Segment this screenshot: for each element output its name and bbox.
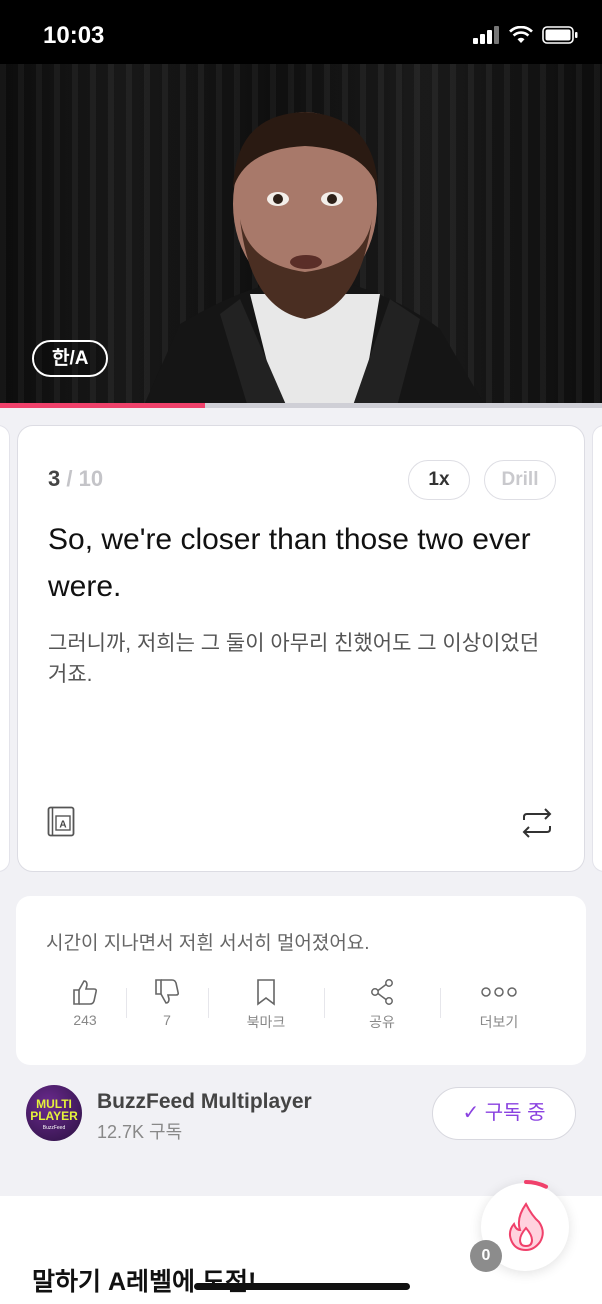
like-count: 243 — [73, 1012, 97, 1028]
status-icons — [473, 26, 578, 44]
drill-button[interactable]: Drill — [484, 460, 556, 500]
like-button[interactable]: 243 — [40, 978, 130, 1028]
channel-row: MULTI PLAYER BuzzFeed BuzzFeed Multiplay… — [0, 1075, 602, 1185]
sentence-total: / 10 — [60, 466, 104, 491]
challenge-title: 말하기 A레벨에 도전! — [32, 1268, 257, 1296]
language-toggle-button[interactable]: 한/A — [32, 340, 109, 377]
subscribe-button[interactable]: ✓ 구독 중 — [432, 1087, 576, 1140]
playback-speed-button[interactable]: 1x — [408, 460, 470, 500]
channel-subscriber-count: 12.7K 구독 — [97, 1122, 183, 1142]
dislike-button[interactable]: 7 — [122, 978, 212, 1028]
svg-text:A: A — [59, 820, 66, 831]
bookmark-icon — [257, 979, 275, 1006]
speaker-figure — [144, 112, 485, 404]
action-divider — [440, 988, 441, 1018]
home-indicator — [194, 1283, 410, 1290]
more-label: 더보기 — [479, 1014, 519, 1030]
thumbs-up-icon — [73, 980, 98, 1005]
action-divider — [324, 988, 325, 1018]
previous-card-peek[interactable] — [0, 425, 10, 872]
wifi-icon — [509, 26, 533, 43]
share-label: 공유 — [369, 1014, 395, 1030]
status-bar: 10:03 — [0, 0, 602, 64]
video-player[interactable]: 한/A — [0, 64, 602, 404]
dislike-count: 7 — [163, 1012, 171, 1028]
playback-progress-fill — [0, 403, 205, 408]
next-card-peek[interactable] — [592, 425, 602, 872]
channel-name[interactable]: BuzzFeed Multiplayer — [97, 1090, 312, 1114]
sentence-english: So, we're closer than those two ever wer… — [48, 523, 531, 603]
share-button[interactable]: 공유 — [337, 978, 427, 1032]
thumbs-down-icon — [155, 979, 180, 1004]
sentence-counter: 3 / 10 — [48, 466, 103, 492]
more-icon — [481, 987, 517, 997]
sentence-card: 3 / 10 1x Drill So, we're closer than th… — [17, 425, 585, 872]
streak-widget[interactable]: 0 — [470, 1178, 576, 1278]
sentence-korean: 그러니까, 저희는 그 둘이 아무리 친했어도 그 이상이었던 거죠. — [48, 632, 540, 686]
fire-icon — [508, 1202, 544, 1252]
action-bar: 243 7 북마크 공유 더보기 — [16, 978, 586, 1038]
share-icon — [371, 979, 393, 1005]
bookmark-label: 북마크 — [246, 1014, 286, 1030]
next-sentence-text: 시간이 지나면서 저흰 서서히 멀어졌어요. — [46, 933, 370, 954]
dictionary-icon[interactable]: A — [47, 806, 77, 838]
status-time: 10:03 — [43, 22, 105, 49]
channel-logo-text: MULTI PLAYER — [30, 1097, 78, 1123]
repeat-icon[interactable] — [520, 808, 554, 838]
cellular-signal-icon — [473, 26, 499, 44]
playback-progress-bar[interactable] — [0, 403, 602, 408]
more-button[interactable]: 더보기 — [454, 978, 544, 1032]
next-sentence-card: 시간이 지나면서 저흰 서서히 멀어졌어요. 243 7 북마크 공유 더보기 — [16, 896, 586, 1065]
channel-avatar[interactable]: MULTI PLAYER BuzzFeed — [26, 1085, 82, 1141]
streak-count-badge: 0 — [470, 1240, 502, 1272]
channel-logo-subtext: BuzzFeed — [42, 1125, 66, 1131]
bookmark-button[interactable]: 북마크 — [221, 978, 311, 1032]
action-divider — [208, 988, 209, 1018]
battery-icon — [542, 26, 578, 44]
sentence-index: 3 — [48, 466, 61, 491]
